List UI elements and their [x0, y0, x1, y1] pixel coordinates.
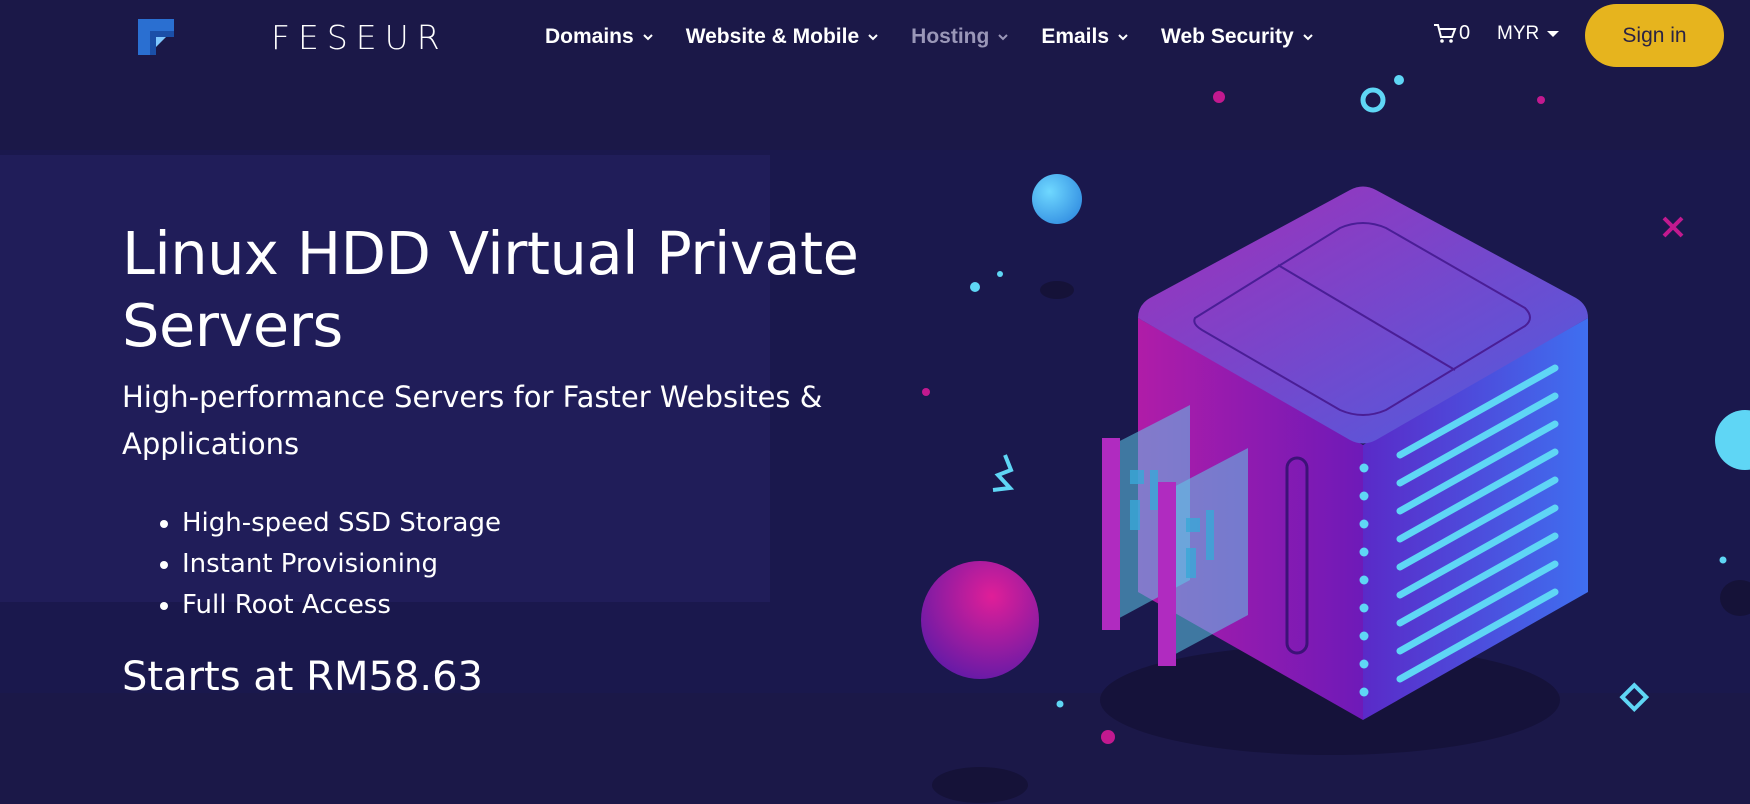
nav-label: Emails	[1041, 25, 1110, 48]
nav-label: Hosting	[911, 25, 990, 48]
nav-label: Website & Mobile	[685, 25, 860, 48]
feature-item: Full Root Access	[182, 585, 501, 626]
currency-selector[interactable]: MYR	[1497, 23, 1560, 45]
server-cube-illustration	[921, 75, 1750, 803]
main-nav: Domains Website & Mobile Hosting Emails …	[545, 22, 1346, 52]
sign-in-button[interactable]: Sign in	[1585, 4, 1724, 67]
nav-label: Web Security	[1161, 25, 1294, 48]
feature-item: Instant Provisioning	[182, 544, 501, 585]
chevron-down-icon	[998, 33, 1009, 42]
nav-label: Domains	[545, 25, 634, 48]
cart-button[interactable]: 0	[1433, 22, 1470, 45]
chevron-down-icon	[1302, 33, 1313, 42]
hero-title: Linux HDD Virtual Private Servers	[122, 219, 859, 360]
currency-label: MYR	[1497, 23, 1540, 44]
feseur-logo-icon	[138, 19, 174, 55]
nav-item-hosting[interactable]: Hosting	[911, 25, 1009, 49]
nav-item-website-mobile[interactable]: Website & Mobile	[685, 25, 878, 49]
caret-down-icon	[1547, 31, 1560, 37]
feature-list: High-speed SSD Storage Instant Provision…	[150, 503, 501, 626]
chevron-down-icon	[642, 33, 653, 42]
cart-icon	[1434, 23, 1457, 43]
starting-price: Starts at RM58.63	[122, 654, 483, 700]
feature-item: High-speed SSD Storage	[182, 503, 501, 544]
hero-subtitle: High-performance Servers for Faster Webs…	[122, 380, 823, 461]
nav-item-emails[interactable]: Emails	[1041, 25, 1128, 49]
cart-count: 0	[1459, 22, 1471, 44]
brand-name[interactable]: FESEUR	[271, 18, 448, 57]
nav-item-web-security[interactable]: Web Security	[1161, 25, 1313, 49]
chevron-down-icon	[1118, 33, 1128, 42]
chevron-down-icon	[868, 33, 878, 42]
nav-item-domains[interactable]: Domains	[545, 25, 653, 49]
